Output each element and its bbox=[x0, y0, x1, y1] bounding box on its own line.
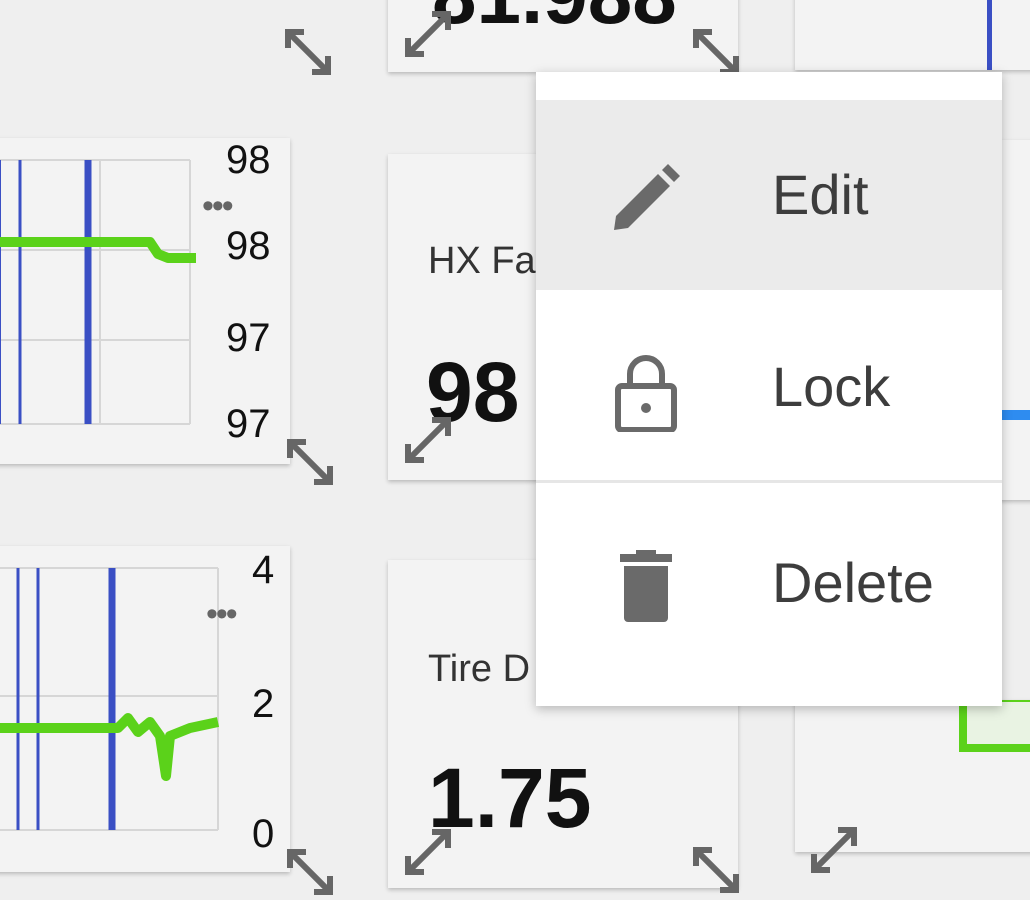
y-tick: 98 bbox=[226, 138, 271, 182]
resize-handle-icon[interactable] bbox=[690, 844, 742, 896]
resize-handle-icon[interactable] bbox=[402, 8, 454, 60]
chart-widget-left-bottom[interactable]: 4 ••• 2 0 bbox=[0, 546, 290, 872]
series-line bbox=[1000, 410, 1030, 420]
y-tick: 0 bbox=[252, 812, 275, 856]
resize-handle-icon[interactable] bbox=[284, 436, 336, 488]
menu-item-label: Edit bbox=[772, 163, 869, 226]
resize-handle-icon[interactable] bbox=[690, 26, 742, 78]
menu-item-label: Lock bbox=[772, 355, 891, 418]
menu-item-delete[interactable]: Delete bbox=[536, 488, 1002, 678]
menu-item-label: Delete bbox=[772, 551, 934, 614]
y-tick: 97 bbox=[226, 402, 271, 446]
trash-icon bbox=[620, 550, 672, 622]
y-tick: 97 bbox=[226, 316, 271, 360]
y-tick: 98 bbox=[226, 224, 271, 268]
more-options-icon[interactable]: ••• bbox=[206, 597, 238, 631]
resize-handle-icon[interactable] bbox=[282, 26, 334, 78]
pencil-icon bbox=[614, 164, 680, 230]
resize-handle-icon[interactable] bbox=[808, 824, 860, 876]
menu-item-edit[interactable]: Edit bbox=[536, 100, 1002, 290]
series-line bbox=[959, 700, 1030, 752]
resize-handle-icon[interactable] bbox=[284, 846, 336, 898]
widget-label: HX Fa bbox=[428, 240, 536, 282]
event-marker bbox=[987, 0, 992, 70]
chart-widget-top-right[interactable] bbox=[795, 0, 1030, 70]
menu-item-lock[interactable]: Lock bbox=[536, 292, 1002, 482]
line-chart bbox=[0, 567, 220, 831]
widget-value: 81.988 bbox=[432, 0, 677, 42]
more-options-icon[interactable]: ••• bbox=[202, 189, 234, 223]
resize-handle-icon[interactable] bbox=[402, 414, 454, 466]
context-menu: Edit Lock Delete bbox=[536, 72, 1002, 706]
widget-label: Tire D bbox=[428, 648, 531, 690]
chart-widget-left-top[interactable]: 98 ••• 98 97 97 bbox=[0, 138, 290, 464]
menu-divider bbox=[536, 480, 1002, 483]
y-tick: 4 bbox=[252, 548, 275, 592]
y-tick: 2 bbox=[252, 682, 275, 726]
lock-icon bbox=[615, 355, 677, 432]
resize-handle-icon[interactable] bbox=[402, 826, 454, 878]
